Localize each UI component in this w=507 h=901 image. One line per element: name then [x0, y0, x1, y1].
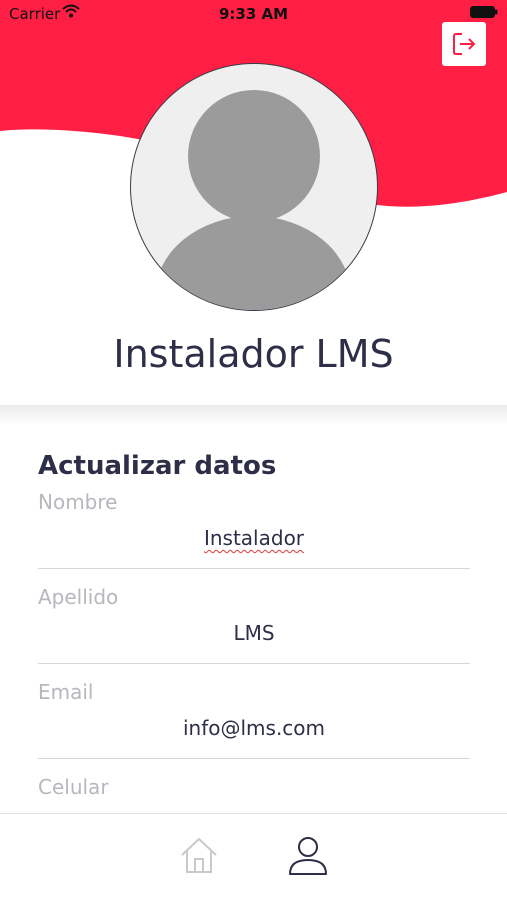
first-name-field[interactable]: Nombre Instalador [38, 490, 470, 585]
last-name-label: Apellido [38, 585, 119, 609]
last-name-value[interactable]: LMS [38, 621, 470, 645]
first-name-value[interactable]: Instalador [38, 526, 470, 550]
first-name-label: Nombre [38, 490, 118, 514]
mobile-field[interactable]: Celular [38, 775, 470, 813]
tab-home[interactable] [177, 834, 221, 878]
email-label: Email [38, 680, 94, 704]
first-name-underline [38, 568, 470, 569]
clock: 9:33 AM [218, 5, 289, 23]
battery-icon [470, 6, 498, 18]
home-icon [181, 838, 217, 873]
tab-bar [0, 813, 507, 901]
user-icon [289, 837, 327, 875]
profile-name: Instalador LMS [113, 332, 394, 376]
tab-profile[interactable] [286, 834, 330, 878]
mobile-label: Celular [38, 775, 109, 799]
logout-button[interactable] [442, 22, 486, 66]
email-field[interactable]: Email info@lms.com [38, 680, 470, 775]
email-underline [38, 758, 470, 759]
logout-icon [453, 33, 476, 55]
avatar-body-shape [155, 216, 351, 310]
last-name-field[interactable]: Apellido LMS [38, 585, 470, 680]
update-data-form: Actualizar datos Nombre Instalador Apell… [0, 425, 507, 813]
form-title: Actualizar datos [38, 451, 277, 481]
last-name-underline [38, 663, 470, 664]
section-divider [0, 405, 507, 425]
profile-avatar[interactable] [130, 63, 378, 311]
avatar-head-shape [188, 90, 320, 222]
status-bar: Carrier 9:33 AM [0, 0, 507, 28]
email-value[interactable]: info@lms.com [38, 716, 470, 740]
